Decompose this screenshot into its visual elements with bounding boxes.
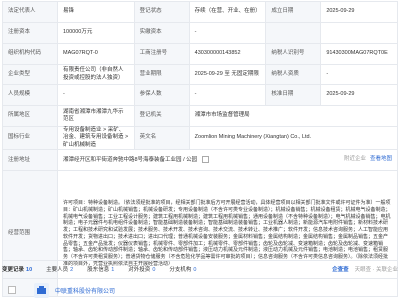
- tab-key-personnel[interactable]: 主要人员 2: [46, 265, 73, 273]
- taxpayer-no-label: 纳税人识别号: [265, 43, 322, 65]
- insured-label: 参保人数: [133, 84, 190, 106]
- industry-label: 国标行业: [2, 125, 58, 151]
- actual-capital-value: -: [188, 22, 267, 44]
- tab-count: 10: [26, 267, 33, 273]
- staff-size-label: 人员规模: [2, 84, 58, 106]
- approval-date-label: 核准日期: [265, 84, 322, 106]
- est-date-value: 2025-09-29: [320, 1, 398, 23]
- related-link[interactable]: 天眼查 · 关联企业: [355, 265, 398, 273]
- authority-label: 登记机关: [133, 105, 190, 127]
- term-value: 2025-09-29 至 无固定期限: [188, 64, 267, 85]
- company-type-label: 企业类型: [2, 64, 58, 85]
- shareholder-company-name[interactable]: 中联重科股份有限公司: [55, 286, 115, 295]
- tab-count: 2: [70, 267, 74, 273]
- staff-size-value: -: [57, 84, 135, 106]
- insured-value: -: [188, 84, 267, 106]
- brand-label[interactable]: 企查查: [332, 265, 349, 273]
- tab-label: 对外投资: [128, 267, 151, 273]
- address-extra: 附近企业 查看地图: [344, 156, 392, 163]
- shareholder-row[interactable]: 中联重科股份有限公司: [2, 278, 398, 301]
- tabs-right: 企查查 天眼查 · 关联企业: [332, 265, 398, 273]
- authority-value: 湘潭市市场监督管理局: [188, 105, 399, 127]
- reg-capital-label: 注册资本: [2, 22, 58, 44]
- reg-status-label: 登记状态: [133, 1, 190, 23]
- reg-status-value: 存续（在营、开业、在册）: [188, 1, 267, 23]
- tab-label: 主要人员: [46, 267, 69, 273]
- company-type-value: 有限责任公司（非自然人投资或控股的法人独资）: [57, 64, 135, 85]
- row-checkbox[interactable]: [8, 286, 16, 294]
- tab-label: 分支机构: [169, 267, 192, 273]
- industry-value: 专用设备制造业 > 采矿、冶金、建筑专用设备制造 > 矿山机械制造: [57, 125, 135, 151]
- address-value: 湘潭经开区和平街道奔驰中路8号海泰装备工业园 / 公园: [63, 157, 198, 164]
- tab-investments[interactable]: 对外投资 0: [128, 265, 155, 273]
- company-logo-icon: [34, 282, 49, 298]
- taxpayer-no-value: 91430300MAG07RQT0E: [320, 43, 398, 65]
- est-date-label: 成立日期: [265, 1, 322, 23]
- address-label: 注册地址: [2, 149, 58, 172]
- region-value: 湖南省湘潭市湘潭九华示范区: [57, 105, 135, 127]
- english-name-label: 英文名: [133, 125, 190, 151]
- org-code-label-dup: [265, 22, 322, 44]
- legal-rep-label: 法定代表人: [2, 1, 58, 23]
- business-info-table: 法定代表人 易锋 登记状态 存续（在营、开业、在册） 成立日期 2025-09-…: [2, 1, 399, 298]
- taxpayer-qual-value: -: [320, 64, 398, 85]
- nearby-companies-link[interactable]: 附近企业: [344, 156, 366, 162]
- tab-count: 0: [193, 267, 197, 273]
- tab-branches[interactable]: 分支机构 0: [169, 265, 196, 273]
- tab-count: 1: [111, 267, 115, 273]
- copy-icon[interactable]: [201, 156, 209, 164]
- region-label: 所属地区: [2, 105, 58, 127]
- english-name-value: Zoomlion Mining Machinery (Xiangtan) Co.…: [188, 125, 399, 151]
- approval-date-value: 2025-09-29: [320, 84, 398, 106]
- address-cell: 湘潭经开区和平街道奔驰中路8号海泰装备工业园 / 公园 附近企业 查看地图: [57, 149, 398, 172]
- org-code-label: 组织机构代码: [2, 43, 58, 65]
- org-code-value: MAG07RQT-0: [57, 43, 135, 65]
- section-tabs: 变更记录 10 主要人员 2 股东信息 1 对外投资 0 分支机构 0 企查查 天眼查 ·…: [2, 260, 398, 277]
- tab-count: 0: [152, 267, 156, 273]
- view-map-link[interactable]: 查看地图: [370, 156, 392, 162]
- term-label: 营业期限: [133, 64, 190, 85]
- actual-capital-label: 实缴资本: [133, 22, 190, 44]
- biz-reg-no-value: 430300000143852: [188, 43, 267, 65]
- taxpayer-qual-label: 纳税人资质: [265, 64, 322, 85]
- tab-change-records[interactable]: 变更记录 10: [2, 265, 32, 273]
- empty-cell: [320, 22, 398, 44]
- tab-label: 股东信息: [87, 267, 110, 273]
- legal-rep-value[interactable]: 易锋: [57, 1, 135, 23]
- biz-reg-no-label: 工商注册号: [133, 43, 190, 65]
- reg-capital-value: 100000万元: [57, 22, 135, 44]
- tab-shareholders[interactable]: 股东信息 1: [87, 265, 114, 273]
- tab-label: 变更记录: [2, 267, 25, 273]
